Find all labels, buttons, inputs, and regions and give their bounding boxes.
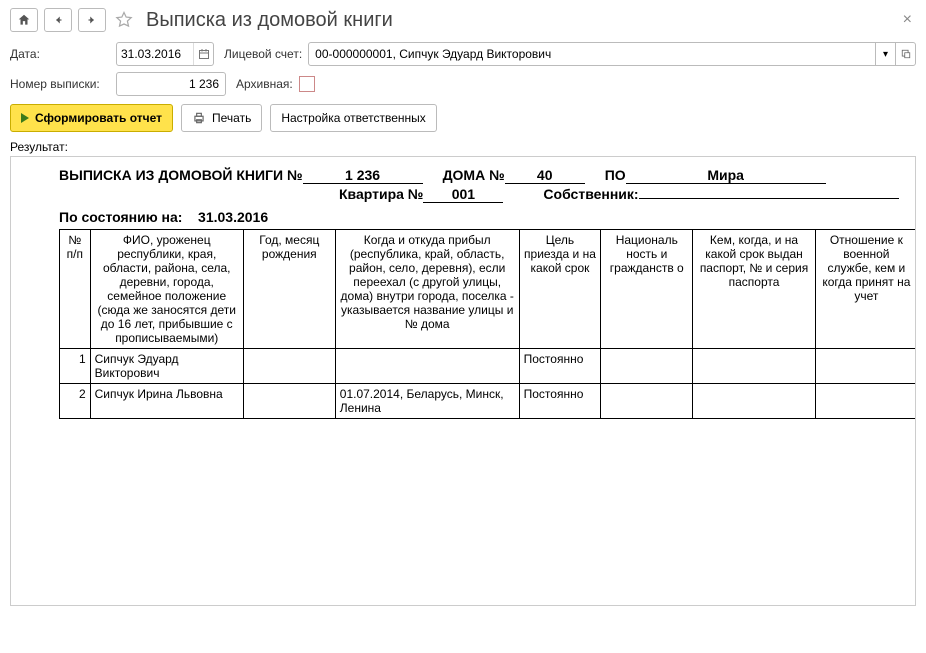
hdr-owner [639, 198, 899, 199]
hdr-house: 40 [505, 167, 585, 184]
hdr-owner-label: Собственник: [543, 186, 638, 202]
account-field-wrap: ▾ [308, 42, 916, 66]
cell-birth [243, 384, 335, 419]
th-birth: Год, месяц рождения [243, 230, 335, 349]
hdr-po-label: ПО [605, 167, 626, 183]
cell-arrived [335, 349, 519, 384]
toolbar: Сформировать отчет Печать Настройка отве… [10, 104, 916, 132]
th-nat: Националь ность и гражданств о [601, 230, 693, 349]
cell-passport [693, 349, 816, 384]
th-fio: ФИО, уроженец республики, края, области,… [90, 230, 243, 349]
forward-button[interactable] [78, 8, 106, 32]
printer-icon [192, 111, 206, 125]
archive-checkbox[interactable] [299, 76, 315, 92]
hdr-street: Мира [626, 167, 826, 184]
th-passport: Кем, когда, и на какой срок выдан паспор… [693, 230, 816, 349]
number-field-wrap [116, 72, 226, 96]
account-label: Лицевой счет: [224, 47, 302, 61]
cell-mil [815, 384, 916, 419]
th-purpose: Цель приезда и на какой срок [519, 230, 601, 349]
calendar-icon[interactable] [193, 43, 213, 65]
generate-report-button[interactable]: Сформировать отчет [10, 104, 173, 132]
asof-date: 31.03.2016 [198, 209, 268, 225]
back-button[interactable] [44, 8, 72, 32]
cell-mil [815, 349, 916, 384]
archive-label: Архивная: [236, 77, 293, 91]
account-input[interactable] [309, 45, 875, 63]
report: ВЫПИСКА ИЗ ДОМОВОЙ КНИГИ № 1 236 ДОМА № … [11, 157, 916, 499]
cell-fio: Сипчук Ирина Львовна [90, 384, 243, 419]
cell-purpose: Постоянно [519, 349, 601, 384]
hdr-house-label: ДОМА № [443, 167, 505, 183]
number-input[interactable] [117, 75, 225, 93]
account-dropdown-button[interactable]: ▾ [875, 43, 895, 65]
table-row[interactable]: 2Сипчук Ирина Львовна 01.07.2014, Беларус… [60, 384, 917, 419]
titlebar: Выписка из домовой книги × [10, 8, 916, 32]
date-field-wrap [116, 42, 214, 66]
home-button[interactable] [10, 8, 38, 32]
table-row[interactable]: 1Сипчук Эдуард Викторович Постоянно [60, 349, 917, 384]
cell-nat [601, 349, 693, 384]
responsible-settings-button[interactable]: Настройка ответственных [270, 104, 436, 132]
print-button[interactable]: Печать [181, 104, 262, 132]
cell-purpose: Постоянно [519, 384, 601, 419]
result-label: Результат: [10, 140, 916, 154]
date-input[interactable] [117, 45, 193, 63]
hdr-num: 1 236 [303, 167, 423, 184]
cell-passport [693, 384, 816, 419]
cell-n: 1 [60, 349, 91, 384]
cell-nat [601, 384, 693, 419]
cell-arrived: 01.07.2014, Беларусь, Минск, Ленина [335, 384, 519, 419]
page-title: Выписка из домовой книги [146, 9, 393, 32]
number-label: Номер выписки: [10, 77, 110, 91]
close-button[interactable]: × [899, 11, 916, 29]
th-num: № п/п [60, 230, 91, 349]
print-label: Печать [212, 111, 251, 125]
hdr-flat: 001 [423, 186, 503, 203]
hdr-flat-label: Квартира № [339, 186, 423, 202]
hdr-extract-label: ВЫПИСКА ИЗ ДОМОВОЙ КНИГИ № [59, 167, 303, 183]
result-panel[interactable]: ВЫПИСКА ИЗ ДОМОВОЙ КНИГИ № 1 236 ДОМА № … [10, 156, 916, 606]
responsible-label: Настройка ответственных [281, 111, 425, 125]
date-label: Дата: [10, 47, 110, 61]
data-table: № п/п ФИО, уроженец республики, края, об… [59, 229, 916, 419]
cell-birth [243, 349, 335, 384]
cell-fio: Сипчук Эдуард Викторович [90, 349, 243, 384]
th-arrived: Когда и откуда прибыл (республика, край,… [335, 230, 519, 349]
table-header-row: № п/п ФИО, уроженец республики, края, об… [60, 230, 917, 349]
favorite-button[interactable] [112, 8, 136, 32]
asof-label: По состоянию на: [59, 209, 182, 225]
generate-report-label: Сформировать отчет [35, 111, 162, 125]
th-mil: Отношение к военной службе, кем и когда … [815, 230, 916, 349]
account-open-button[interactable] [895, 43, 915, 65]
cell-n: 2 [60, 384, 91, 419]
